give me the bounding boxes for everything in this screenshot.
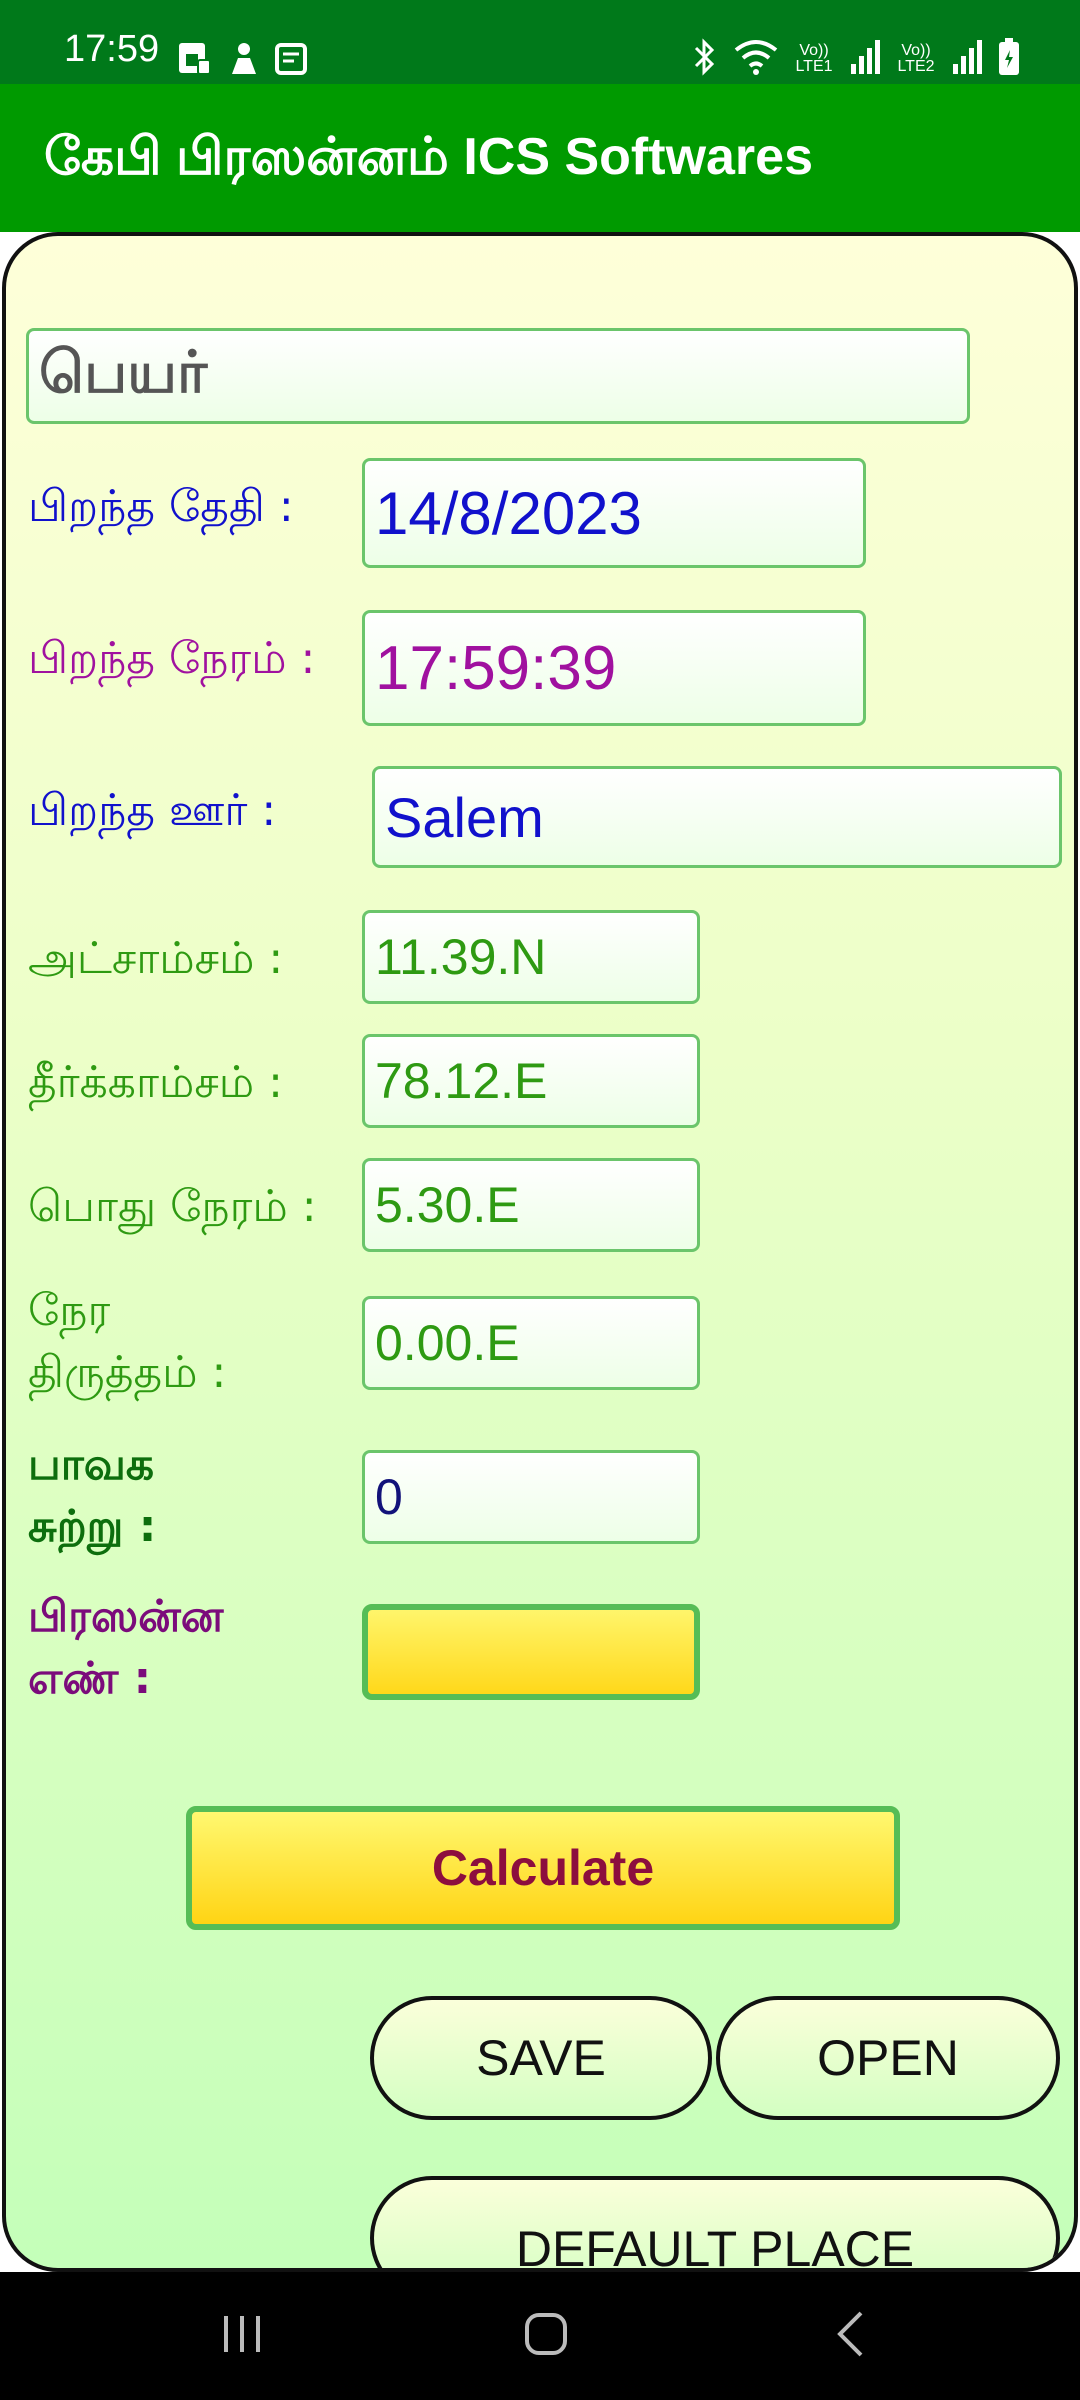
status-right-icons: Vo)) LTE1 Vo)) LTE2 xyxy=(690,38,1020,80)
birth-date-field[interactable]: 14/8/2023 xyxy=(362,458,866,568)
form-panel: பெயர் பிறந்த தேதி : 14/8/2023 பிறந்த நேர… xyxy=(2,232,1078,2272)
open-button[interactable]: OPEN xyxy=(716,1996,1060,2120)
clipboard-icon xyxy=(274,40,308,82)
longitude-label: தீர்க்காம்சம் : xyxy=(28,1057,283,1108)
longitude-field[interactable]: 78.12.E xyxy=(362,1034,700,1128)
home-button[interactable] xyxy=(476,2272,616,2400)
birth-time-field[interactable]: 17:59:39 xyxy=(362,610,866,726)
prasanna-label-line2: எண் : xyxy=(28,1653,152,1704)
latitude-label: அட்சாம்சம் : xyxy=(28,933,284,984)
default-place-button[interactable]: DEFAULT PLACE xyxy=(370,2176,1060,2268)
prasanna-number-field[interactable] xyxy=(362,1604,700,1700)
latitude-field[interactable]: 11.39.N xyxy=(362,910,700,1004)
bhava-label-line1: பாவக xyxy=(28,1439,154,1490)
app-title: கேபி பிரஸன்னம் ICS Softwares xyxy=(44,128,814,186)
sim-card-icon xyxy=(176,40,214,82)
prasanna-label-line1: பிரஸன்ன xyxy=(28,1591,224,1642)
status-bar: 17:59 Vo)) LTE1 Vo)) LTE2 xyxy=(0,0,1080,84)
birth-time-label: பிறந்த நேரம் : xyxy=(28,633,316,684)
status-time: 17:59 xyxy=(64,28,160,70)
sim1-label: Vo)) LTE1 xyxy=(795,42,833,75)
navigation-bar xyxy=(0,2272,1080,2400)
status-left-icons xyxy=(176,40,308,82)
time-zone-label: பொது நேரம் : xyxy=(28,1181,317,1232)
birth-date-label: பிறந்த தேதி : xyxy=(28,481,294,532)
time-zone-field[interactable]: 5.30.E xyxy=(362,1158,700,1252)
bluetooth-icon xyxy=(690,38,718,80)
sim2-label: Vo)) LTE2 xyxy=(897,42,935,75)
back-button[interactable] xyxy=(780,2272,920,2400)
wifi-icon xyxy=(734,38,778,80)
calculate-button[interactable]: Calculate xyxy=(186,1806,900,1930)
game-icon xyxy=(228,40,260,82)
signal-icon xyxy=(850,40,880,78)
battery-icon xyxy=(998,38,1020,80)
save-button[interactable]: SAVE xyxy=(370,1996,712,2120)
name-input[interactable]: பெயர் xyxy=(26,328,970,424)
time-correction-field[interactable]: 0.00.E xyxy=(362,1296,700,1390)
time-correction-label-line1: நேர xyxy=(28,1285,111,1336)
back-icon xyxy=(835,2310,865,2362)
recents-icon xyxy=(220,2314,264,2358)
birth-place-label: பிறந்த ஊர் : xyxy=(28,785,277,836)
signal-icon xyxy=(952,40,982,78)
bhava-field[interactable]: 0 xyxy=(362,1450,700,1544)
bhava-label-line2: சுற்று : xyxy=(28,1501,157,1552)
home-icon xyxy=(524,2312,568,2360)
time-correction-label-line2: திருத்தம் : xyxy=(28,1347,227,1398)
birth-place-field[interactable]: Salem xyxy=(372,766,1062,868)
app-bar: கேபி பிரஸன்னம் ICS Softwares xyxy=(0,84,1080,232)
recents-button[interactable] xyxy=(172,2272,312,2400)
